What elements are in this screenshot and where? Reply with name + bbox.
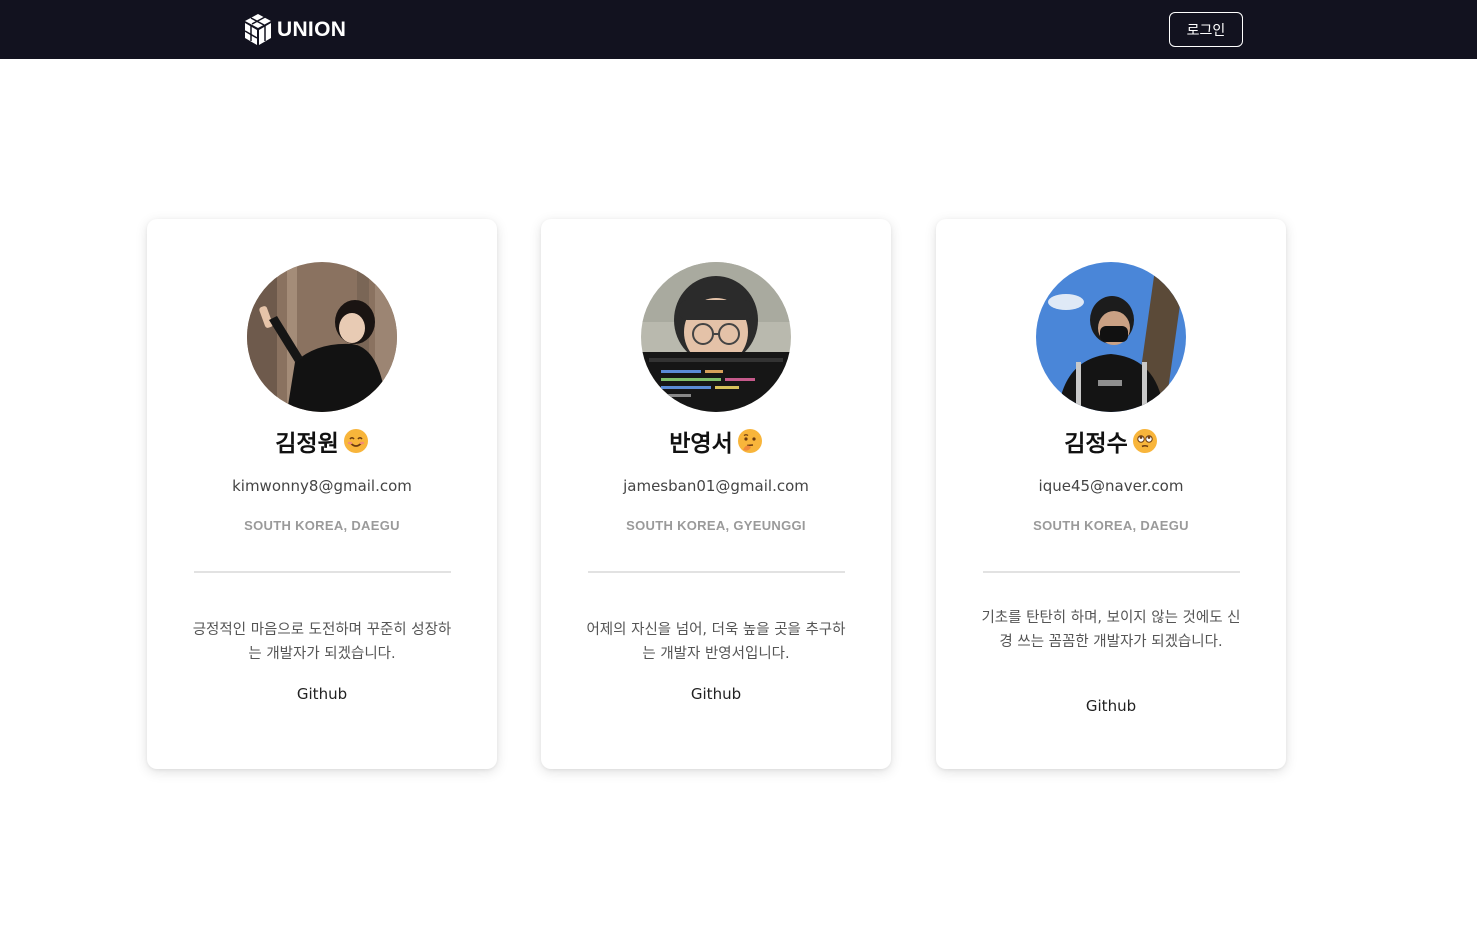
login-button[interactable]: 로그인 (1169, 12, 1243, 47)
member-name: 반영서 (669, 431, 733, 457)
brand-name: UNION (277, 17, 347, 41)
name-row: 반영서 (541, 423, 891, 459)
member-location: SOUTH KOREA, DAEGU (244, 518, 400, 533)
name-row: 김정원 (147, 423, 497, 459)
member-bio: 기초를 탄탄히 하며, 보이지 않는 것에도 신경 쓰는 꼼꼼한 개발자가 되겠… (981, 610, 1241, 650)
member-location: SOUTH KOREA, GYEUNGGI (626, 518, 806, 533)
member-name: 김정수 (1064, 431, 1128, 457)
github-link[interactable]: Github (147, 685, 497, 703)
github-link[interactable]: Github (541, 685, 891, 703)
avatar (641, 262, 791, 412)
name-row: 김정수 (936, 423, 1286, 459)
member-bio: 긍정적인 마음으로 도전하며 꾸준히 성장하는 개발자가 되겠습니다. (192, 622, 452, 662)
thinking-face-icon (737, 429, 762, 453)
top-navbar: UNION 로그인 (0, 0, 1477, 59)
divider (194, 571, 451, 573)
member-name: 김정원 (275, 431, 339, 457)
divider (588, 571, 845, 573)
divider (983, 571, 1240, 573)
brand-logo[interactable]: UNION (243, 13, 346, 46)
avatar (247, 262, 397, 412)
avatar (1036, 262, 1186, 412)
github-link[interactable]: Github (936, 697, 1286, 715)
profile-card: 김정수 ique45@naver.com SOUTH KOREA, DAEGU … (936, 219, 1286, 769)
member-bio: 어제의 자신을 넘어, 더욱 높을 곳을 추구하는 개발자 반영서입니다. (586, 622, 846, 662)
profile-card: 김정원 kimwonny8@gmail.com SOUTH KOREA, DAE… (147, 219, 497, 769)
member-email: jamesban01@gmail.com (623, 477, 809, 495)
smiling-face-icon (343, 429, 368, 453)
member-location: SOUTH KOREA, DAEGU (1033, 518, 1189, 533)
member-email: ique45@naver.com (1038, 477, 1184, 495)
cube-logo-icon (244, 14, 271, 45)
eye-roll-face-icon (1132, 429, 1157, 453)
profile-card: 반영서 jamesban01@gmail.com SOUTH KOREA, GY… (541, 219, 891, 769)
member-email: kimwonny8@gmail.com (232, 477, 412, 495)
